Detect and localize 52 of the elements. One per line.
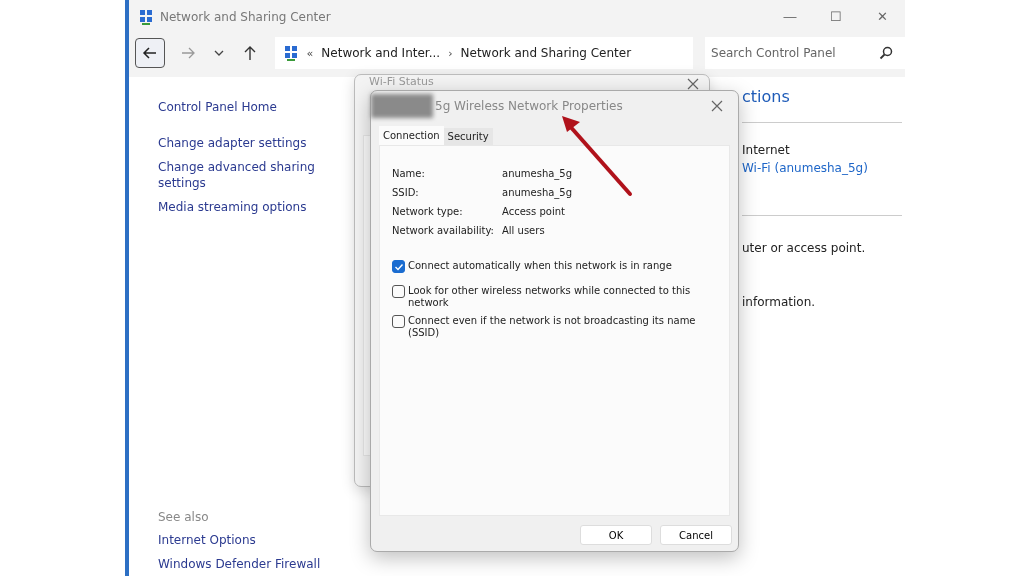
sidebar-link[interactable]: Windows Defender Firewall [158,556,328,572]
breadcrumb-separator: « [306,46,314,60]
checkbox[interactable] [392,285,405,298]
close-icon [687,78,699,90]
field-value: Access point [502,206,566,217]
network-icon [282,45,299,61]
search-icon [879,46,893,60]
section-heading: ctions [742,87,790,106]
description-text: uter or access point. [742,241,866,255]
sidebar-link[interactable]: Control Panel Home [158,99,328,115]
field-label: Network availability: [392,225,495,236]
close-icon [711,100,723,112]
dialog-title: 5g Wireless Network Properties [435,99,623,113]
checkbox[interactable] [392,315,405,328]
sidebar-link[interactable]: Change advanced sharing settings [158,159,328,191]
sidebar-link[interactable]: Internet Options [158,532,328,548]
window-title: Network and Sharing Center [160,9,331,24]
sidebar-link[interactable]: Media streaming options [158,199,328,215]
field-value: All users [502,225,546,236]
checkbox-label: Connect automatically when this network is in range [408,260,673,272]
checkbox[interactable] [392,260,405,273]
network-icon [138,8,154,25]
back-arrow-icon [141,45,158,61]
field-label: Name: [392,168,426,179]
dialog-title: Wi-Fi Status [369,75,434,88]
window-control-button[interactable]: — [767,0,813,33]
field-label: Network type: [392,206,464,217]
breadcrumb[interactable]: Network and Sharing Center [460,46,632,60]
section-label: See also [158,510,210,524]
dialog-button[interactable]: OK [580,525,652,545]
forward-arrow-icon [179,45,196,61]
field-label: SSID: [392,187,420,198]
tab[interactable]: Security [443,128,493,145]
field-value: anumesha_5g [502,168,574,179]
redacted-text [371,94,433,118]
search-field[interactable]: Search Control Panel [705,37,905,69]
field-value: anumesha_5g [502,187,574,198]
window-control-button[interactable]: ✕ [859,0,905,33]
connection-link[interactable]: Wi-Fi (anumesha_5g) [742,161,868,175]
address-bar[interactable]: « Network and Inter... › Network and Sharing Center [274,37,693,69]
breadcrumb[interactable]: Network and Inter... [321,46,441,60]
checkmark-icon [393,261,404,272]
description-text: information. [742,295,816,309]
dialog-button[interactable]: Cancel [660,525,732,545]
breadcrumb-separator: › [448,46,453,60]
checkbox-label: Look for other wireless networks while connected to this network [408,285,692,309]
access-type-text: Internet [742,143,790,157]
window-control-button[interactable]: ☐ [813,0,859,33]
checkbox-label: Connect even if the network is not broadcasting its name (SSID) [408,315,697,339]
back-button[interactable] [135,38,165,68]
tab[interactable]: Connection [379,126,444,145]
sidebar-link[interactable]: Change adapter settings [158,135,328,151]
